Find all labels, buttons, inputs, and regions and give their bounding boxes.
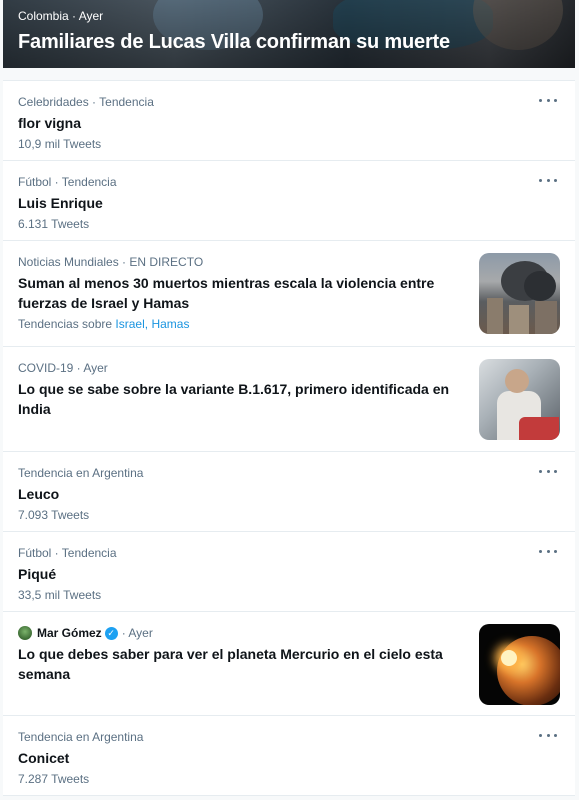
related-prefix: Tendencias sobre [18,317,113,331]
trend-title: Conicet [18,750,70,766]
news-item[interactable]: Mar Gómez ✓ · Ayer Lo que debes saber pa… [3,612,575,716]
trend-item[interactable]: Tendencia en Argentina Leuco 7.093 Tweet… [3,452,575,532]
trend-meta: Tendencia en Argentina [18,730,144,744]
trend-title: Leuco [18,486,60,502]
trend-item[interactable]: Tendencia en Argentina Conicet 7.287 Twe… [3,716,575,796]
trend-tweet-count: 7.093 Tweets [18,508,90,522]
news-headline: Lo que debes saber para ver el planeta M… [18,646,443,682]
more-horizontal-icon[interactable] [539,731,557,739]
verified-badge-icon: ✓ [104,626,118,640]
news-meta: · Ayer [121,626,153,640]
trend-item[interactable]: Fútbol · Tendencia Luis Enrique 6.131 Tw… [3,161,575,241]
trends-list: Celebridades · Tendencia flor vigna 10,9… [3,80,575,796]
avatar[interactable] [18,626,32,640]
trend-tweet-count: 33,5 mil Tweets [18,588,102,602]
trend-tweet-count: 6.131 Tweets [18,217,90,231]
related-link-hamas[interactable]: Hamas [151,317,189,331]
trend-tweet-count: 7.287 Tweets [18,772,90,786]
more-horizontal-icon[interactable] [539,176,557,184]
trend-item[interactable]: Celebridades · Tendencia flor vigna 10,9… [3,81,575,161]
news-headline: Lo que se sabe sobre la variante B.1.617… [18,381,450,417]
news-item[interactable]: Noticias Mundiales · EN DIRECTO Suman al… [3,241,575,347]
trend-meta: Celebridades · Tendencia [18,95,154,109]
more-horizontal-icon[interactable] [539,96,557,104]
trend-meta: Fútbol · Tendencia [18,546,117,560]
trend-title: Luis Enrique [18,195,103,211]
hero-title: Familiares de Lucas Villa confirman su m… [18,31,450,53]
trend-item[interactable]: Fútbol · Tendencia Piqué 33,5 mil Tweets [3,532,575,612]
explore-page: Colombia · Ayer Familiares de Lucas Vill… [0,0,579,800]
hero-news-card[interactable]: Colombia · Ayer Familiares de Lucas Vill… [3,0,575,68]
news-headline: Suman al menos 30 muertos mientras escal… [18,275,435,311]
news-thumbnail [479,359,560,440]
news-thumbnail [479,253,560,334]
trend-meta: Tendencia en Argentina [18,466,144,480]
hero-meta: Colombia · Ayer [18,9,104,23]
trend-meta: Fútbol · Tendencia [18,175,117,189]
trend-title: flor vigna [18,115,82,131]
author-name[interactable]: Mar Gómez [37,625,102,641]
news-item[interactable]: COVID-19 · Ayer Lo que se sabe sobre la … [3,347,575,452]
more-horizontal-icon[interactable] [539,547,557,555]
more-horizontal-icon[interactable] [539,467,557,475]
trend-tweet-count: 10,9 mil Tweets [18,137,102,151]
news-thumbnail [479,624,560,705]
trend-title: Piqué [18,566,57,582]
related-link-israel[interactable]: Israel, [115,317,148,331]
